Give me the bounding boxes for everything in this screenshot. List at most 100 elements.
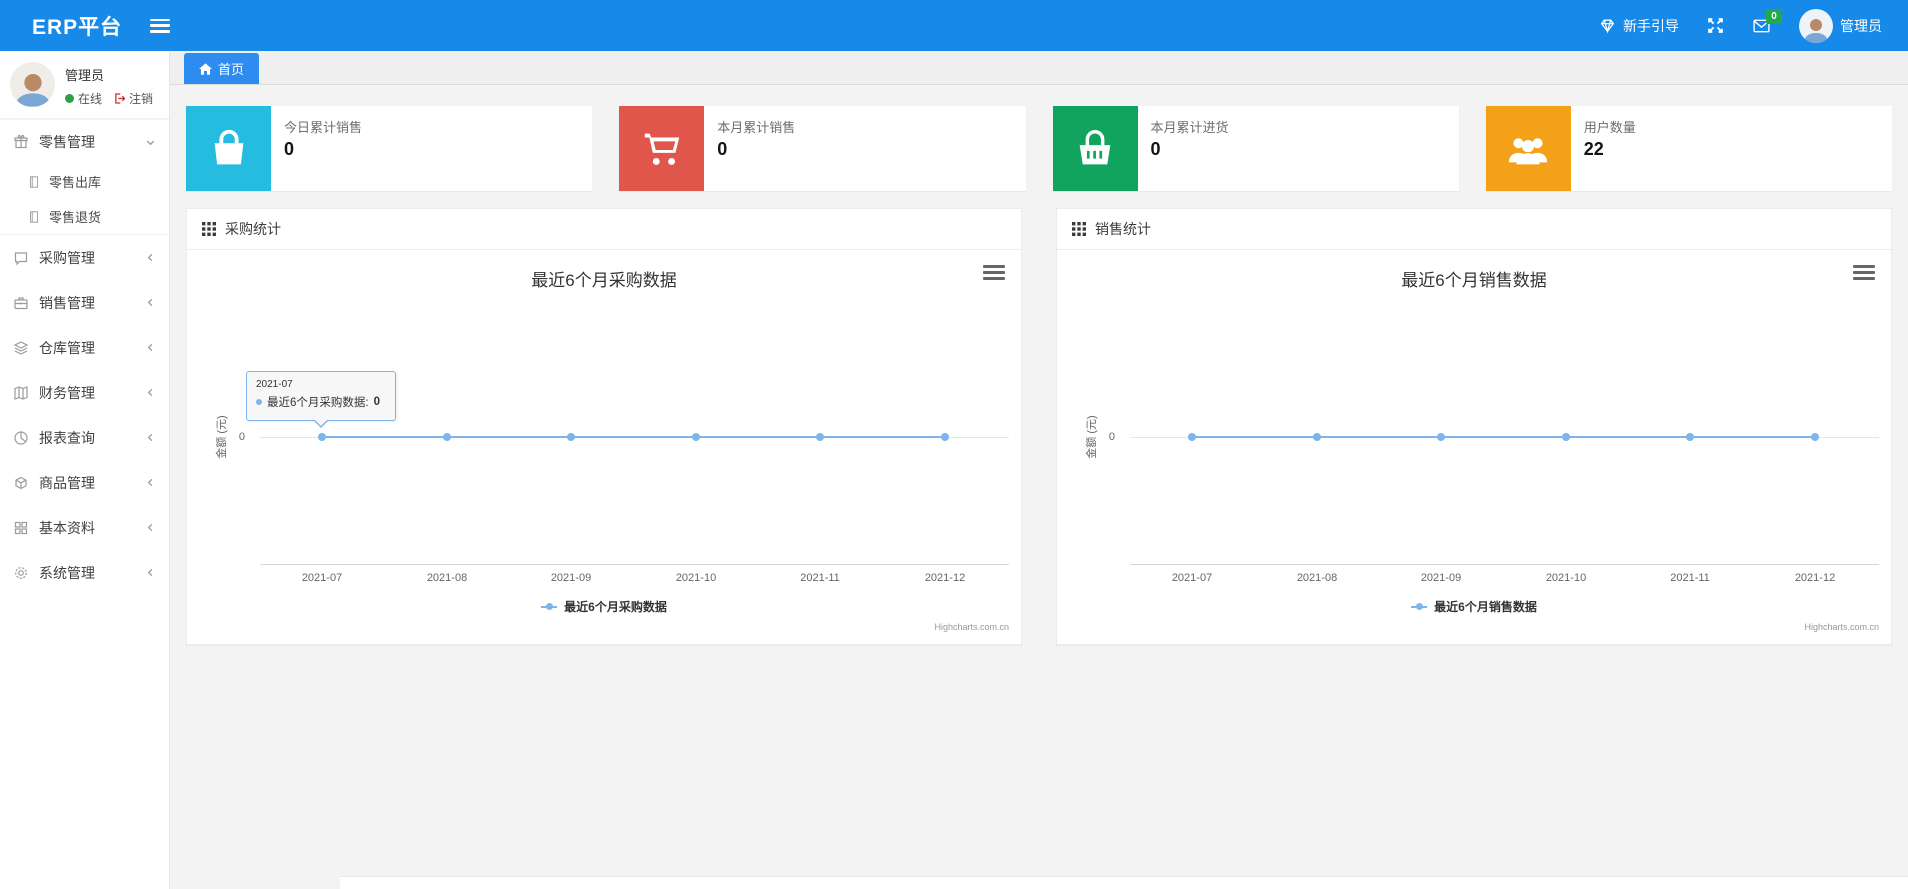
- stat-card-today-sales: 今日累计销售 0: [186, 106, 593, 191]
- data-point[interactable]: [1437, 433, 1445, 441]
- app-logo[interactable]: ERP平台: [0, 11, 150, 41]
- x-axis-tick-label: 2021-07: [1171, 572, 1213, 584]
- logout-link[interactable]: 注销: [113, 90, 153, 107]
- data-point[interactable]: [941, 433, 949, 441]
- sidebar: 管理员 在线 注销 零售管理 零售出库 零售退货 采购管理 销售管理 仓库管理 …: [0, 51, 170, 889]
- x-axis-tick-label: 2021-09: [550, 572, 592, 584]
- sidebar-item-retail-return[interactable]: 零售退货: [0, 199, 169, 234]
- x-axis-tick-label: 2021-12: [1794, 572, 1836, 584]
- footer-bar: [340, 876, 1908, 889]
- sidebar-item-purchase[interactable]: 采购管理: [0, 235, 169, 280]
- highcharts-credit-link[interactable]: Highcharts.com.cn: [1804, 622, 1879, 632]
- sidebar-item-label: 基本资料: [39, 519, 95, 536]
- main-area: 首页 今日累计销售 0 本月累计销售 0 本月累计进货 0 用户数量 22 采购…: [170, 51, 1908, 889]
- data-point[interactable]: [1188, 433, 1196, 441]
- highcharts-credit-link[interactable]: Highcharts.com.cn: [934, 622, 1009, 632]
- sidebar-item-label: 销售管理: [39, 294, 95, 311]
- gem-icon: [1599, 17, 1616, 34]
- sidebar-toggle-button[interactable]: [150, 18, 171, 33]
- data-point[interactable]: [443, 433, 451, 441]
- charts-row: 采购统计 最近6个月采购数据 金额 (元) 0 2021-07 2021-08 …: [186, 208, 1892, 645]
- user-menu[interactable]: 管理员: [1799, 8, 1882, 43]
- stat-card-value: 0: [284, 139, 295, 159]
- data-point[interactable]: [318, 433, 326, 441]
- x-axis-tick-label: 2021-08: [1296, 572, 1338, 584]
- tooltip-arrow: [314, 419, 328, 426]
- stat-card-value: 0: [717, 139, 728, 159]
- sidebar-item-label: 仓库管理: [39, 339, 95, 356]
- fullscreen-button[interactable]: [1707, 17, 1724, 34]
- briefcase-icon: [13, 295, 29, 311]
- y-axis-tick-label: 0: [1108, 431, 1115, 443]
- purchase-stats-panel: 采购统计 最近6个月采购数据 金额 (元) 0 2021-07 2021-08 …: [186, 208, 1022, 645]
- data-point[interactable]: [1313, 433, 1321, 441]
- data-point[interactable]: [1686, 433, 1694, 441]
- x-axis-tick-label: 2021-09: [1420, 572, 1462, 584]
- sidebar-item-label: 商品管理: [39, 474, 95, 491]
- fullscreen-icon: [1707, 17, 1724, 34]
- chevron-left-icon: [145, 342, 156, 353]
- sidebar-item-label: 零售管理: [39, 134, 95, 150]
- stat-card-month-sales: 本月累计销售 0: [619, 106, 1026, 191]
- sidebar-item-label: 系统管理: [39, 564, 95, 581]
- stat-card-month-purchase: 本月累计进货 0: [1052, 106, 1459, 191]
- legend-marker-icon: [541, 603, 558, 610]
- data-point[interactable]: [816, 433, 824, 441]
- sidebar-submenu-retail: 零售出库 零售退货: [0, 164, 169, 235]
- sidebar-item-goods[interactable]: 商品管理: [0, 460, 169, 505]
- stat-card-value: 0: [1150, 139, 1161, 159]
- users-icon: [1485, 106, 1571, 191]
- data-point[interactable]: [1562, 433, 1570, 441]
- th-grid-icon: [202, 222, 216, 236]
- sidebar-item-label: 零售退货: [49, 210, 102, 225]
- legend-marker-icon: [1411, 603, 1428, 610]
- sidebar-item-label: 报表查询: [39, 429, 95, 446]
- gear-icon: [13, 565, 29, 581]
- sidebar-item-warehouse[interactable]: 仓库管理: [0, 325, 169, 370]
- sidebar-item-finance[interactable]: 财务管理: [0, 370, 169, 415]
- chevron-down-icon: [145, 137, 156, 148]
- tab-bar: 首页: [170, 51, 1908, 85]
- sidebar-item-sales[interactable]: 销售管理: [0, 280, 169, 325]
- chat-square-icon: [13, 250, 29, 266]
- tooltip-value: 0: [373, 396, 380, 408]
- guide-button[interactable]: 新手引导: [1599, 16, 1679, 36]
- avatar: [10, 62, 55, 107]
- sales-stats-panel: 销售统计 最近6个月销售数据 金额 (元) 0 2021-07 2021-08 …: [1056, 208, 1892, 645]
- sidebar-item-retail[interactable]: 零售管理: [0, 119, 169, 164]
- data-point[interactable]: [692, 433, 700, 441]
- map-book-icon: [13, 385, 29, 401]
- guide-label: 新手引导: [1623, 17, 1679, 34]
- sidebar-item-reports[interactable]: 报表查询: [0, 415, 169, 460]
- stat-card-label: 用户数量: [1583, 120, 1636, 135]
- sidebar-item-system[interactable]: 系统管理: [0, 550, 169, 595]
- series-line: [322, 436, 945, 438]
- tab-home[interactable]: 首页: [184, 53, 260, 84]
- basket-icon: [1052, 106, 1138, 191]
- legend-item[interactable]: 最近6个月采购数据: [187, 598, 1021, 615]
- chevron-left-icon: [145, 432, 156, 443]
- x-axis-tick-label: 2021-07: [301, 572, 343, 584]
- x-axis-line: [1130, 564, 1879, 565]
- pie-chart-icon: [13, 430, 29, 446]
- data-point[interactable]: [1811, 433, 1819, 441]
- sidebar-item-label: 零售出库: [49, 175, 102, 190]
- messages-button[interactable]: 0: [1752, 8, 1782, 34]
- sidebar-item-retail-outbound[interactable]: 零售出库: [0, 164, 169, 199]
- document-icon: [27, 210, 41, 224]
- navbar-right: 新手引导 0 管理员: [1599, 8, 1908, 43]
- legend-label: 最近6个月销售数据: [1434, 600, 1537, 614]
- tooltip-series-label: 最近6个月采购数据:: [267, 397, 369, 409]
- online-status-label: 在线: [78, 92, 103, 106]
- chevron-left-icon: [145, 387, 156, 398]
- data-point[interactable]: [567, 433, 575, 441]
- panel-title: 采购统计: [225, 221, 281, 237]
- legend-item[interactable]: 最近6个月销售数据: [1057, 598, 1891, 615]
- sidebar-item-label: 采购管理: [39, 249, 95, 266]
- sidebar-item-basic-data[interactable]: 基本资料: [0, 505, 169, 550]
- sidebar-item-label: 财务管理: [39, 384, 95, 401]
- message-count-badge: 0: [1766, 8, 1782, 24]
- stat-card-value: 22: [1583, 139, 1604, 159]
- x-axis-tick-label: 2021-11: [1670, 572, 1710, 584]
- layers-icon: [13, 340, 29, 356]
